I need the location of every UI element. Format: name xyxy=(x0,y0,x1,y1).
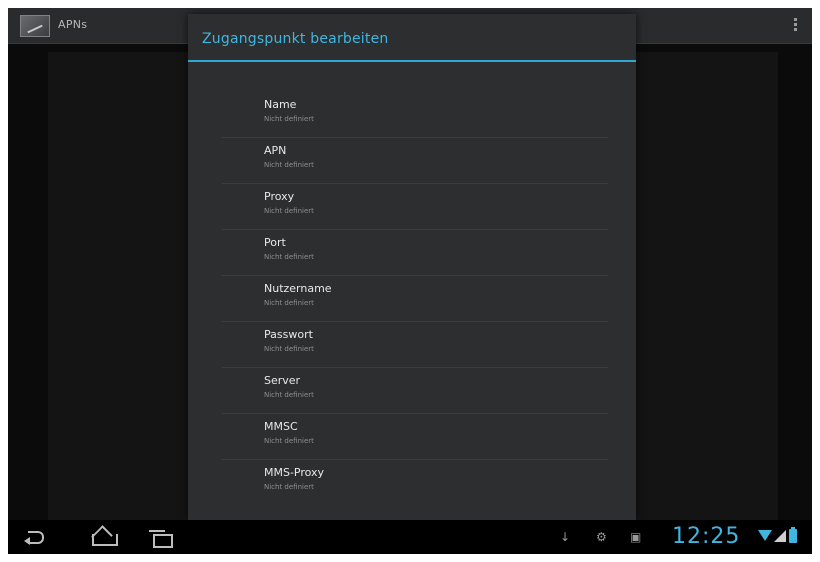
signal-icon[interactable] xyxy=(774,530,786,542)
overflow-menu-icon[interactable] xyxy=(794,18,798,34)
battery-icon[interactable] xyxy=(789,527,797,543)
field-mmsc[interactable]: MMSC Nicht definiert xyxy=(222,414,608,460)
android-icon[interactable]: ⚙ xyxy=(596,530,607,544)
field-label: Passwort xyxy=(264,328,313,341)
back-icon[interactable] xyxy=(24,529,46,545)
field-label: MMSC xyxy=(264,420,298,433)
field-label: Proxy xyxy=(264,190,295,203)
sd-card-icon[interactable]: ▣ xyxy=(630,530,641,544)
field-server[interactable]: Server Nicht definiert xyxy=(222,368,608,414)
field-value: Nicht definiert xyxy=(264,437,314,445)
wifi-icon[interactable] xyxy=(758,530,772,542)
recent-apps-icon[interactable] xyxy=(148,529,173,548)
field-label: Name xyxy=(264,98,297,111)
dialog-divider xyxy=(188,60,636,62)
apn-field-list: Name Nicht definiert APN Nicht definiert… xyxy=(222,92,608,506)
field-label: Nutzername xyxy=(264,282,332,295)
field-value: Nicht definiert xyxy=(264,253,314,261)
system-navigation-bar: ↓ ⚙ ▣ 12:25 xyxy=(8,520,812,554)
field-value: Nicht definiert xyxy=(264,161,314,169)
field-port[interactable]: Port Nicht definiert xyxy=(222,230,608,276)
field-value: Nicht definiert xyxy=(264,115,314,123)
edit-access-point-dialog: Zugangspunkt bearbeiten Name Nicht defin… xyxy=(188,14,636,520)
field-label: MMS-Proxy xyxy=(264,466,325,479)
field-password[interactable]: Passwort Nicht definiert xyxy=(222,322,608,368)
app-icon[interactable] xyxy=(20,15,50,37)
action-bar-title: APNs xyxy=(58,18,88,31)
field-proxy[interactable]: Proxy Nicht definiert xyxy=(222,184,608,230)
field-label: Port xyxy=(264,236,286,249)
field-name[interactable]: Name Nicht definiert xyxy=(222,92,608,138)
home-icon[interactable] xyxy=(90,529,118,546)
field-mms-proxy[interactable]: MMS-Proxy Nicht definiert xyxy=(222,460,608,506)
field-value: Nicht definiert xyxy=(264,299,314,307)
field-value: Nicht definiert xyxy=(264,207,314,215)
field-apn[interactable]: APN Nicht definiert xyxy=(222,138,608,184)
field-label: Server xyxy=(264,374,301,387)
status-clock[interactable]: 12:25 xyxy=(672,524,740,549)
tablet-screen: APNs Zugangspunkt bearbeiten Name Nicht … xyxy=(8,8,812,554)
field-username[interactable]: Nutzername Nicht definiert xyxy=(222,276,608,322)
usb-icon[interactable]: ↓ xyxy=(560,530,570,544)
field-label: APN xyxy=(264,144,287,157)
field-value: Nicht definiert xyxy=(264,483,314,491)
field-value: Nicht definiert xyxy=(264,345,314,353)
dialog-title: Zugangspunkt bearbeiten xyxy=(202,31,389,47)
field-value: Nicht definiert xyxy=(264,391,314,399)
